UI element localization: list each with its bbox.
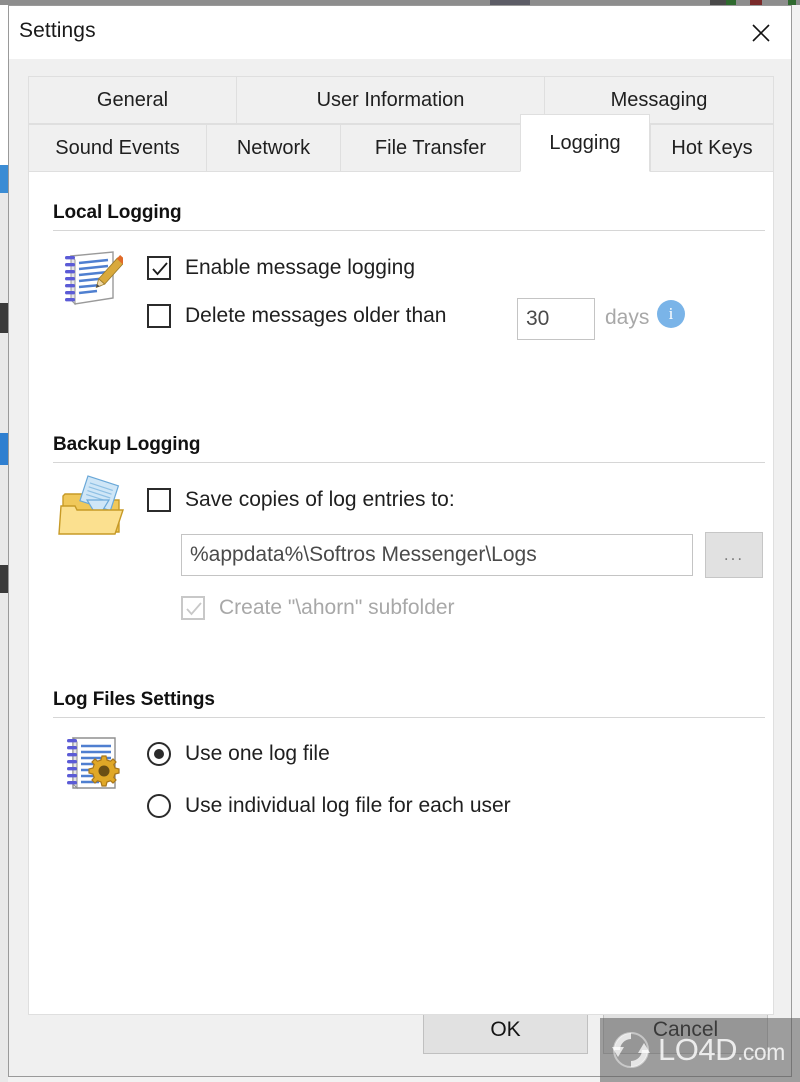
section-title-local-logging: Local Logging [53,202,182,223]
tab-label: Logging [549,131,621,154]
delete-older-than-checkbox[interactable] [147,304,171,328]
title-bar: Settings [9,6,791,59]
close-button[interactable] [731,6,791,59]
tab-label: General [96,88,169,111]
tab-sound-events[interactable]: Sound Events [28,124,206,172]
save-copies-checkbox[interactable] [147,488,171,512]
tab-general[interactable]: General [28,76,236,124]
checkmark-icon [186,602,202,616]
delete-older-than-label: Delete messages older than [185,304,447,327]
tab-label: Hot Keys [671,136,753,159]
tab-network[interactable]: Network [206,124,340,172]
create-subfolder-label: Create "\ahorn" subfolder [219,596,455,619]
use-one-log-file-label: Use one log file [185,742,330,765]
create-subfolder-row[interactable]: Create "\ahorn" subfolder [181,596,455,620]
enable-message-logging-row[interactable]: Enable message logging [147,256,415,280]
create-subfolder-checkbox[interactable] [181,596,205,620]
section-title-log-files-settings: Log Files Settings [53,689,215,710]
info-icon-glyph: i [668,304,674,323]
logging-tab-panel: Local Logging Enable message logging Del… [28,172,774,1015]
save-copies-row[interactable]: Save copies of log entries to: [147,488,455,512]
delete-older-than-row[interactable]: Delete messages older than [147,304,447,328]
days-unit-label: days [605,306,650,329]
notepad-pencil-icon [57,246,127,317]
checkmark-icon [152,262,168,276]
use-individual-log-file-label: Use individual log file for each user [185,794,511,817]
enable-message-logging-checkbox[interactable] [147,256,171,280]
window-title: Settings [19,19,96,42]
use-individual-log-file-radio[interactable] [147,794,171,818]
tab-label: Sound Events [55,136,180,159]
cancel-button-label: Cancel [652,1018,719,1041]
tab-hot-keys[interactable]: Hot Keys [650,124,774,172]
screenshot-root: Settings General User Information Messag… [0,0,800,1082]
info-icon[interactable]: i [657,300,685,328]
ok-button-label: OK [490,1018,521,1041]
tab-file-transfer[interactable]: File Transfer [340,124,520,172]
section-divider-log-files-settings [53,717,765,718]
tab-row-primary: General User Information Messaging [28,76,774,124]
section-title-backup-logging: Backup Logging [53,434,201,455]
enable-message-logging-label: Enable message logging [185,256,415,279]
browse-button[interactable]: ... [705,532,763,578]
use-individual-log-file-row[interactable]: Use individual log file for each user [147,794,511,818]
use-one-log-file-row[interactable]: Use one log file [147,742,330,766]
radio-selected-dot [154,749,164,759]
close-icon [752,23,770,42]
tab-strip: General User Information Messaging Sound… [28,76,774,172]
use-one-log-file-radio[interactable] [147,742,171,766]
tab-user-information[interactable]: User Information [236,76,544,124]
section-divider-local-logging [53,230,765,231]
tab-label: File Transfer [374,136,487,159]
settings-dialog: Settings General User Information Messag… [8,5,792,1077]
save-copies-label: Save copies of log entries to: [185,488,455,511]
tab-label: User Information [316,88,465,111]
retention-days-input[interactable] [517,298,595,340]
notepad-gear-icon [57,730,127,805]
tab-row-secondary: Sound Events Network File Transfer Loggi… [28,114,774,172]
tab-label: Network [236,136,311,159]
tab-label: Messaging [610,88,708,111]
background-window-edge [0,5,8,1082]
section-divider-backup-logging [53,462,765,463]
tab-logging[interactable]: Logging [520,114,650,172]
browse-button-label: ... [723,545,745,564]
open-folder-documents-icon [57,474,127,549]
backup-path-input[interactable] [181,534,693,576]
